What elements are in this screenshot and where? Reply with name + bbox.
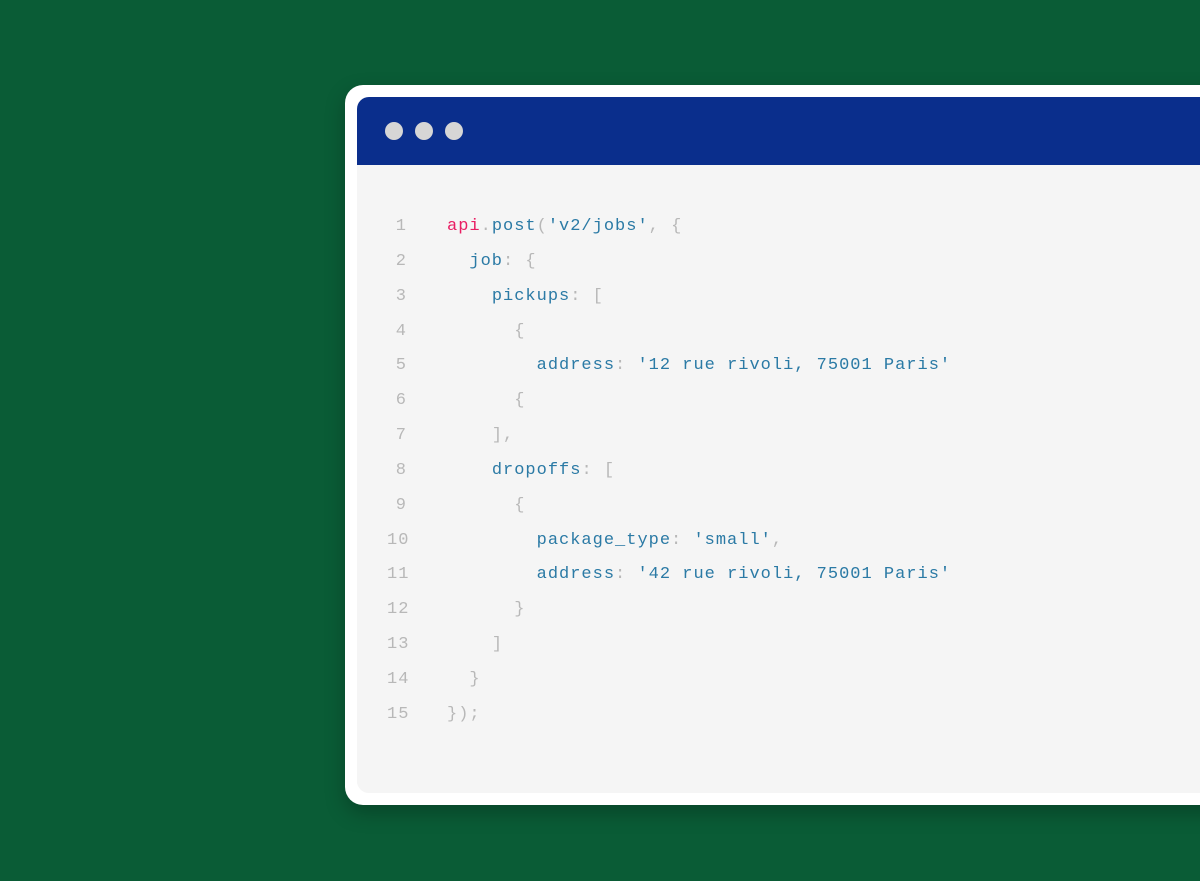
code-line: 14 } (387, 663, 1200, 698)
editor-window-wrapper: 1 api.post('v2/jobs', { 2 job: { 3 picku… (345, 85, 1200, 805)
line-number: 4 (387, 315, 447, 350)
line-content: }); (447, 698, 1200, 733)
code-line: 11 address: '42 rue rivoli, 75001 Paris' (387, 558, 1200, 593)
line-number: 8 (387, 454, 447, 489)
line-content: } (447, 663, 1200, 698)
traffic-lights (385, 122, 463, 140)
code-line: 9 { (387, 489, 1200, 524)
line-content: { (447, 315, 1200, 350)
line-content: { (447, 384, 1200, 419)
line-content: package_type: 'small', (447, 524, 1200, 559)
line-number: 1 (387, 210, 447, 245)
code-line: 4 { (387, 315, 1200, 350)
code-line: 12 } (387, 593, 1200, 628)
line-number: 14 (387, 663, 447, 698)
line-number: 15 (387, 698, 447, 733)
code-line: 8 dropoffs: [ (387, 454, 1200, 489)
line-content: address: '42 rue rivoli, 75001 Paris' (447, 558, 1200, 593)
line-number: 5 (387, 349, 447, 384)
code-line: 6 { (387, 384, 1200, 419)
line-content: pickups: [ (447, 280, 1200, 315)
window-control-maximize-icon[interactable] (445, 122, 463, 140)
line-content: } (447, 593, 1200, 628)
line-content: { (447, 489, 1200, 524)
code-line: 10 package_type: 'small', (387, 524, 1200, 559)
line-number: 11 (387, 558, 447, 593)
titlebar (357, 97, 1200, 165)
line-content: address: '12 rue rivoli, 75001 Paris' (447, 349, 1200, 384)
code-line: 15 }); (387, 698, 1200, 733)
line-number: 2 (387, 245, 447, 280)
line-content: dropoffs: [ (447, 454, 1200, 489)
line-number: 7 (387, 419, 447, 454)
code-line: 5 address: '12 rue rivoli, 75001 Paris' (387, 349, 1200, 384)
line-content: api.post('v2/jobs', { (447, 210, 1200, 245)
line-number: 6 (387, 384, 447, 419)
window-control-close-icon[interactable] (385, 122, 403, 140)
line-number: 3 (387, 280, 447, 315)
line-number: 13 (387, 628, 447, 663)
line-number: 9 (387, 489, 447, 524)
window-control-minimize-icon[interactable] (415, 122, 433, 140)
line-number: 10 (387, 524, 447, 559)
editor-window: 1 api.post('v2/jobs', { 2 job: { 3 picku… (357, 97, 1200, 793)
line-content: ] (447, 628, 1200, 663)
code-line: 2 job: { (387, 245, 1200, 280)
code-editor[interactable]: 1 api.post('v2/jobs', { 2 job: { 3 picku… (357, 165, 1200, 793)
line-number: 12 (387, 593, 447, 628)
line-content: job: { (447, 245, 1200, 280)
code-line: 3 pickups: [ (387, 280, 1200, 315)
code-line: 13 ] (387, 628, 1200, 663)
code-line: 7 ], (387, 419, 1200, 454)
line-content: ], (447, 419, 1200, 454)
code-line: 1 api.post('v2/jobs', { (387, 210, 1200, 245)
